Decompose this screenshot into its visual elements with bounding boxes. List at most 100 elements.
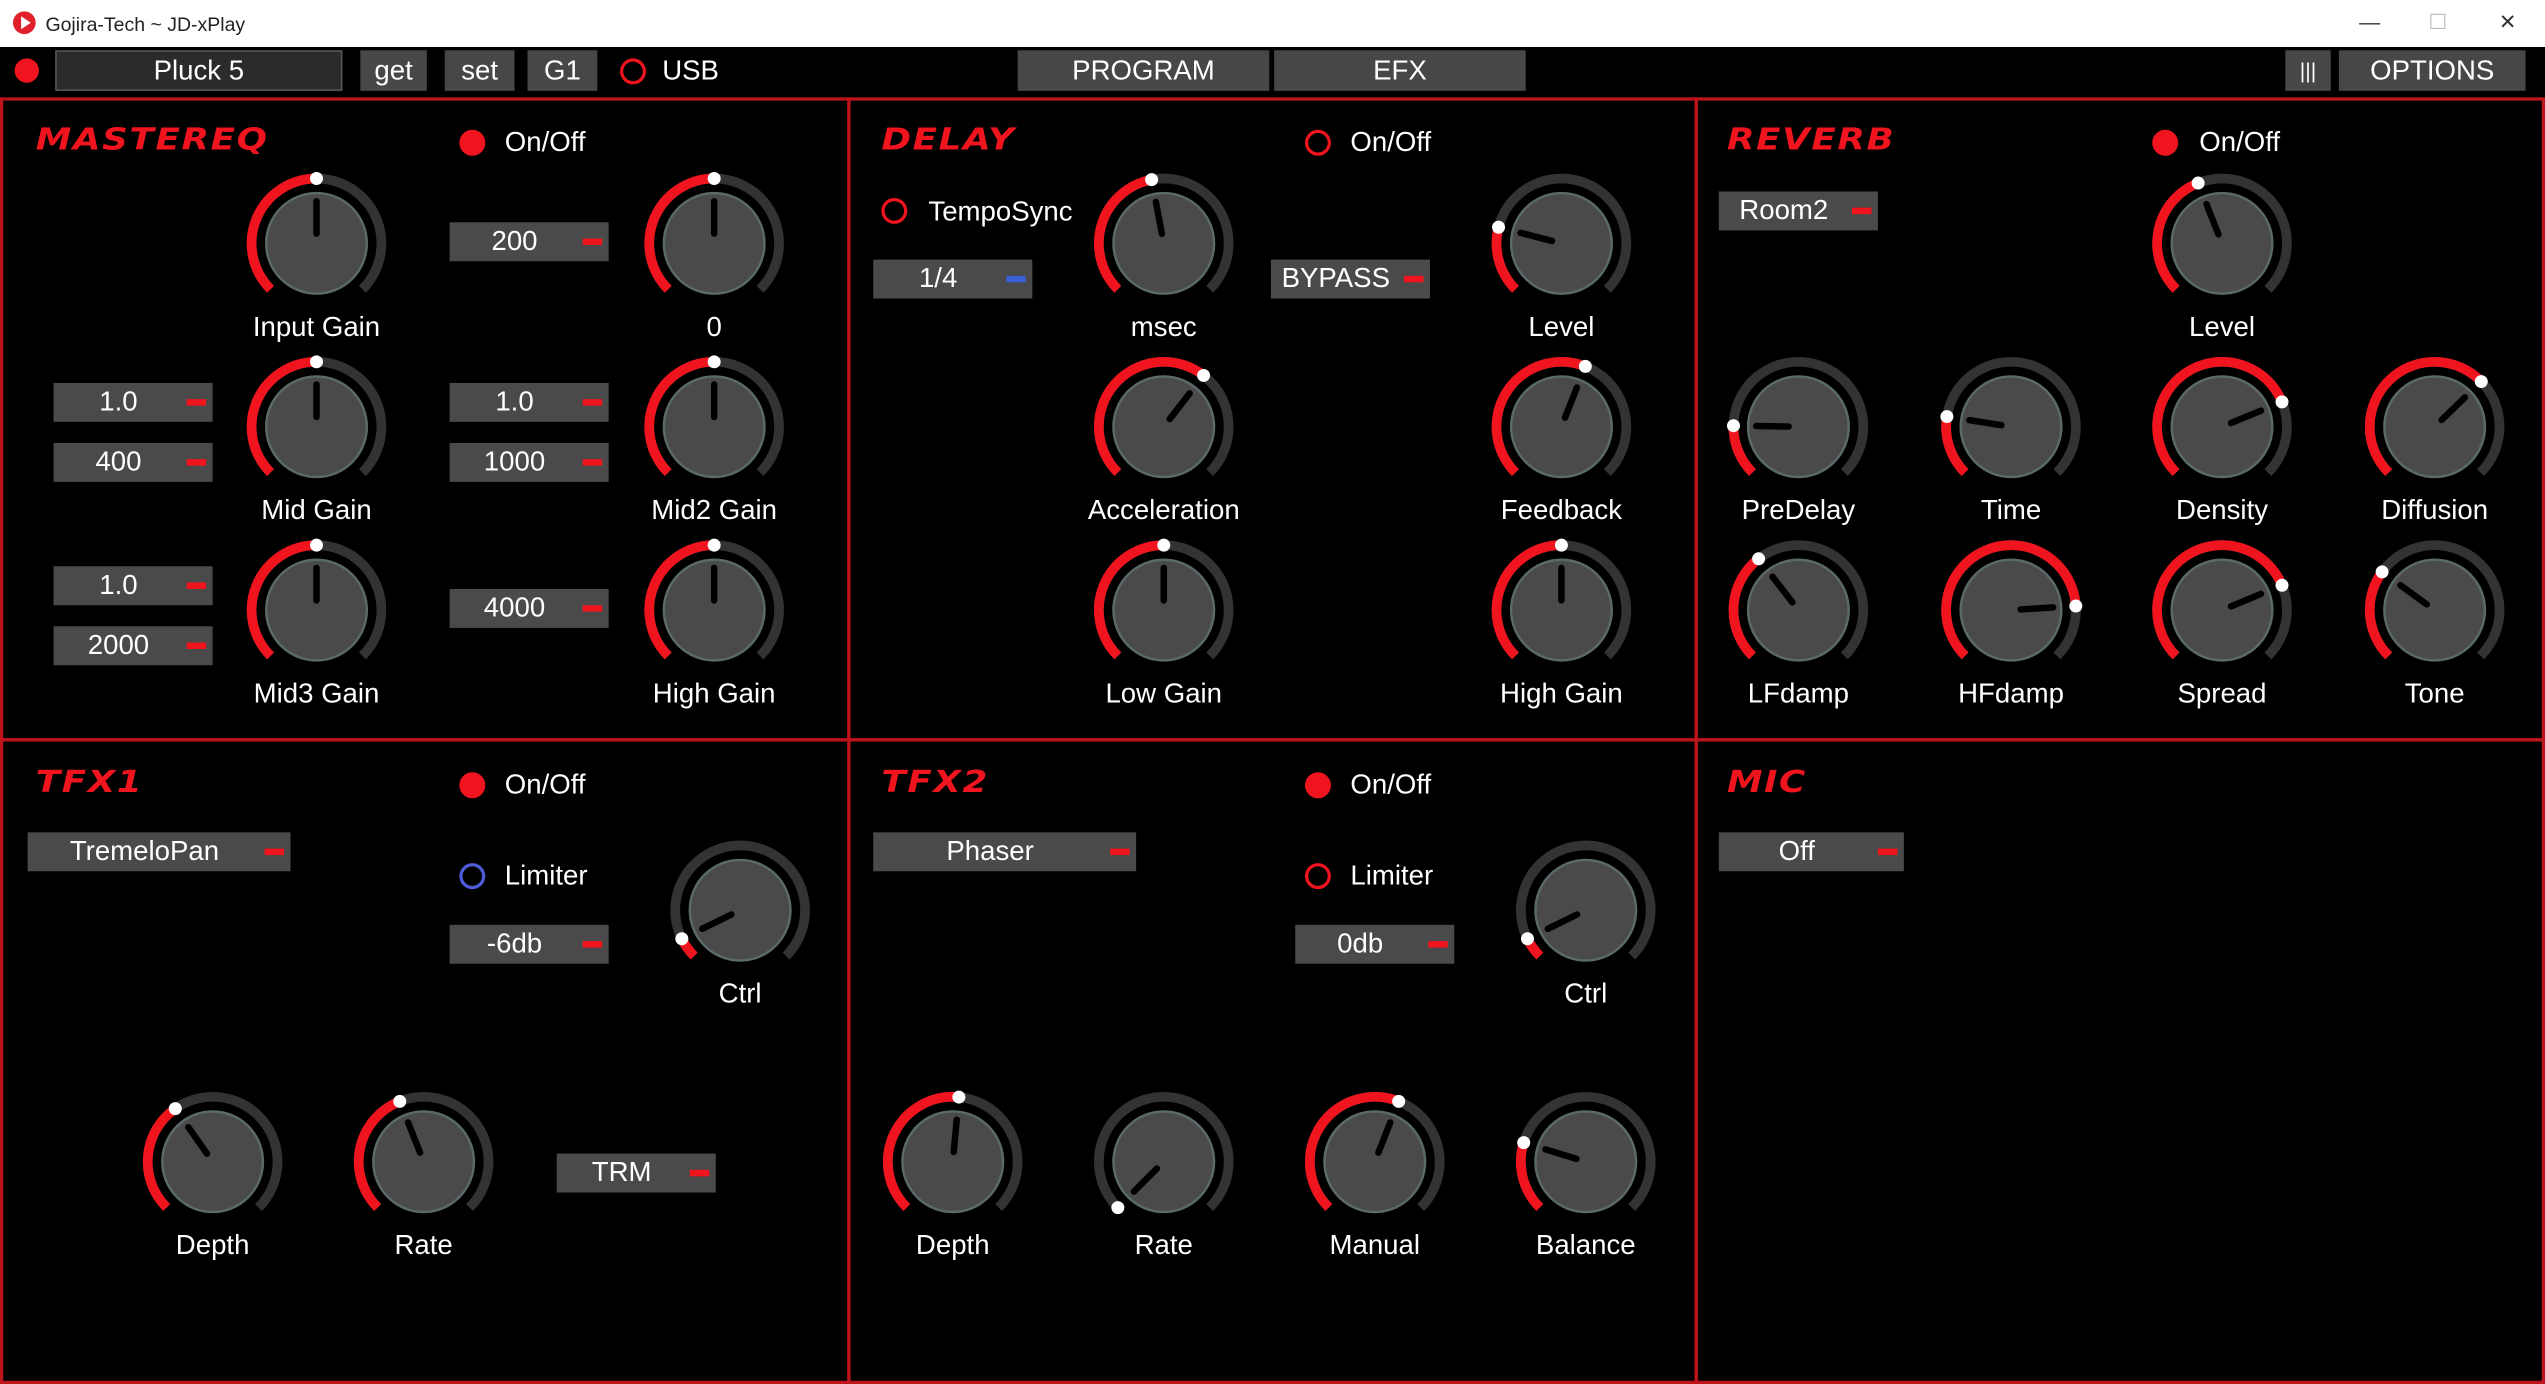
preset-name-display[interactable]: Pluck 5 <box>55 50 343 91</box>
tfx2-limiter-db-field[interactable]: 0db <box>1295 924 1455 964</box>
tfx1-type-dropdown[interactable]: TremeloPan <box>27 832 291 872</box>
record-indicator[interactable] <box>14 58 39 83</box>
knob-body <box>1323 1110 1427 1214</box>
knob-body <box>1534 1110 1638 1214</box>
mic-dropdown[interactable]: Off <box>1718 832 1904 872</box>
tfx2-ctrl-knob[interactable] <box>1511 836 1660 985</box>
mic-title: MIC <box>1726 765 1807 801</box>
diffusion-knob[interactable] <box>2360 352 2509 501</box>
delay-high-gain-knob[interactable] <box>1487 535 1636 684</box>
high-gain-knob[interactable] <box>640 535 789 684</box>
mastereq-mid-freq-field[interactable]: 400 <box>53 442 213 482</box>
mastereq-mid3-q-field[interactable]: 1.0 <box>53 566 213 606</box>
efx-button[interactable]: EFX <box>1274 50 1526 91</box>
tfx1-ctrl-knob[interactable] <box>665 836 814 985</box>
knob-body <box>1112 191 1216 295</box>
knob-indicator-dot <box>1145 173 1159 187</box>
knob-indicator-dot <box>2191 176 2205 190</box>
acceleration-knob[interactable] <box>1089 352 1238 501</box>
knob-body <box>1112 375 1216 479</box>
tfx2-rate-knob[interactable] <box>1089 1087 1238 1236</box>
menu-icon[interactable]: ||| <box>2285 50 2331 91</box>
spread-knob[interactable] <box>2147 535 2296 684</box>
temposync-label: TempoSync <box>928 196 1073 228</box>
reverb-level-label: Level <box>2189 311 2255 343</box>
knob-indicator-dot <box>1726 419 1740 433</box>
knob-indicator-dot <box>1492 220 1506 234</box>
tfx2-manual-knob[interactable] <box>1300 1087 1449 1236</box>
delay-msec-knob[interactable] <box>1089 169 1238 318</box>
tfx1-onoff-radio[interactable] <box>459 772 486 799</box>
mastereq-mid2-q-field[interactable]: 1.0 <box>449 382 609 422</box>
knob-body <box>2170 558 2274 662</box>
tfx1-depth-knob[interactable] <box>138 1087 287 1236</box>
reverb-level-knob[interactable] <box>2147 169 2296 318</box>
hfdamp-knob[interactable] <box>1936 535 2085 684</box>
knob-indicator-dot <box>1111 1201 1125 1215</box>
feedback-label: Feedback <box>1500 494 1623 526</box>
reverb-onoff-radio[interactable] <box>2152 129 2179 156</box>
reverb-title: REVERB <box>1726 123 1896 158</box>
knob-indicator-dot <box>168 1102 182 1116</box>
tfx2-depth-knob[interactable] <box>878 1087 1027 1236</box>
mastereq-onoff-radio[interactable] <box>459 129 486 156</box>
mastereq-mid2-freq-field[interactable]: 1000 <box>449 442 609 482</box>
tfx2-balance-knob[interactable] <box>1511 1087 1660 1236</box>
predelay-knob[interactable] <box>1724 352 1873 501</box>
time-knob[interactable] <box>1936 352 2085 501</box>
usb-radio[interactable] <box>620 58 646 85</box>
knob-body <box>1509 191 1613 295</box>
tfx2-limiter-radio[interactable] <box>1304 863 1331 890</box>
knob-body <box>1959 375 2063 479</box>
high-gain-label: High Gain <box>652 678 776 710</box>
knob-pointer <box>2017 604 2057 613</box>
temposync-radio[interactable] <box>881 197 908 224</box>
get-button[interactable]: get <box>360 50 427 91</box>
mastereq-high-freq-field[interactable]: 4000 <box>449 588 609 628</box>
delay-bypass-field[interactable]: BYPASS <box>1270 259 1430 299</box>
acceleration-label: Acceleration <box>1087 494 1240 526</box>
knob-pointer <box>950 1116 960 1156</box>
program-button[interactable]: PROGRAM <box>1017 50 1270 91</box>
mastereq-mid3-freq-field[interactable]: 2000 <box>53 626 213 666</box>
knob-indicator-dot <box>1392 1094 1406 1108</box>
delay-low-gain-knob[interactable] <box>1089 535 1238 684</box>
knob-indicator-dot <box>707 355 721 369</box>
tfx1-rate-knob[interactable] <box>349 1087 498 1236</box>
input-gain-label: Input Gain <box>252 311 381 343</box>
knob-body <box>161 1110 265 1214</box>
knob-indicator-dot <box>1554 538 1568 552</box>
set-button[interactable]: set <box>444 50 515 91</box>
delay-onoff-radio[interactable] <box>1304 129 1331 156</box>
tfx1-mode-field[interactable]: TRM <box>556 1153 716 1193</box>
mid-gain-knob[interactable] <box>242 352 391 501</box>
lfdamp-knob[interactable] <box>1724 535 1873 684</box>
tfx2-type-dropdown[interactable]: Phaser <box>873 832 1137 872</box>
knob-indicator-dot <box>2275 578 2289 592</box>
feedback-knob[interactable] <box>1487 352 1636 501</box>
delay-high-gain-label: High Gain <box>1500 678 1623 710</box>
input-gain-2-knob[interactable] <box>640 169 789 318</box>
mastereq-input-freq-field[interactable]: 200 <box>449 222 609 262</box>
knob-indicator-dot <box>1197 368 1211 382</box>
reverb-type-dropdown[interactable]: Room2 <box>1718 191 1878 231</box>
knob-indicator-dot <box>310 171 323 185</box>
tone-knob[interactable] <box>2360 535 2509 684</box>
tfx2-onoff-radio[interactable] <box>1304 772 1331 799</box>
mid3-gain-knob[interactable] <box>242 535 391 684</box>
window-title: Gojira-Tech ~ JD-xPlay <box>45 12 246 36</box>
predelay-label: PreDelay <box>1741 494 1856 526</box>
close-button[interactable]: ✕ <box>2485 6 2530 38</box>
delay-level-knob[interactable] <box>1487 169 1636 318</box>
tfx1-limiter-db-field[interactable]: -6db <box>449 924 609 964</box>
g1-button[interactable]: G1 <box>527 50 598 91</box>
minimize-button[interactable]: — <box>2347 6 2392 38</box>
delay-note-field[interactable]: 1/4 <box>873 259 1033 299</box>
tfx1-limiter-radio[interactable] <box>459 863 486 890</box>
maximize-button[interactable]: ☐ <box>2415 6 2460 38</box>
input-gain-knob[interactable] <box>242 169 391 318</box>
options-button[interactable]: OPTIONS <box>2338 50 2526 91</box>
mastereq-mid-q-field[interactable]: 1.0 <box>53 382 213 422</box>
density-knob[interactable] <box>2147 352 2296 501</box>
mid2-gain-knob[interactable] <box>640 352 789 501</box>
